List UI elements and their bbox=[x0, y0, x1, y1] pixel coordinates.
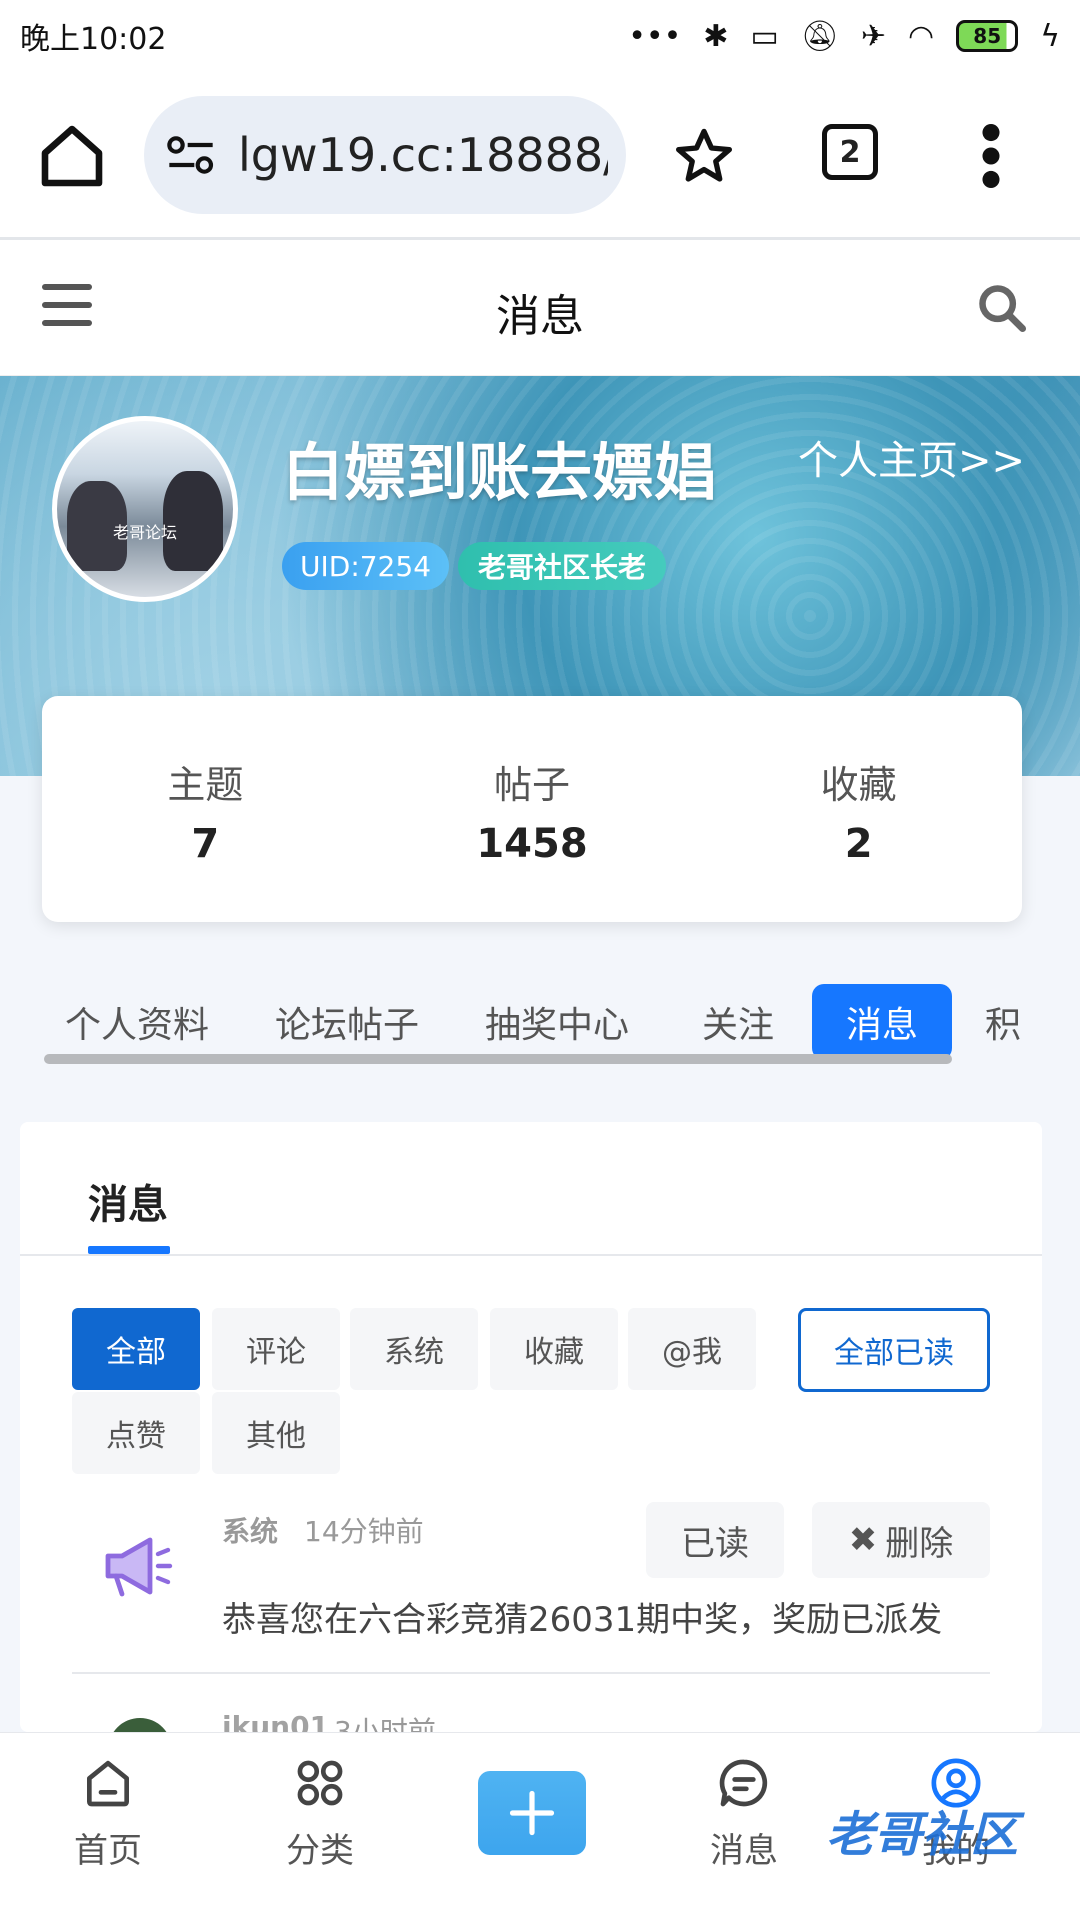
stat-posts[interactable]: 帖子 1458 bbox=[369, 696, 696, 922]
mute-icon: 🔕︎ bbox=[800, 18, 839, 54]
app-header: 消息 bbox=[0, 240, 1080, 376]
browser-toolbar: lgw19.cc:18888/ 2 bbox=[0, 72, 1080, 240]
filter-likes[interactable]: 点赞 bbox=[72, 1392, 200, 1474]
airplane-icon: ✈︎ bbox=[860, 18, 887, 54]
stat-value: 1458 bbox=[476, 821, 588, 867]
message-time: 14分钟前 bbox=[304, 1515, 424, 1548]
stat-label: 收藏 bbox=[820, 763, 897, 807]
home-icon[interactable] bbox=[36, 120, 108, 192]
uid-badge: UID:7254 bbox=[282, 542, 450, 590]
stat-value: 2 bbox=[844, 821, 873, 867]
profile-home-link[interactable]: 个人主页>> bbox=[798, 428, 1025, 486]
tab-lottery[interactable]: 抽奖中心 bbox=[482, 984, 632, 1060]
site-watermark-logo: 老哥社区 bbox=[826, 1807, 1019, 1863]
profile-tabs: 个人资料 论坛帖子 抽奖中心 关注 消息 积 bbox=[44, 984, 1080, 1064]
tabs-scrollbar[interactable] bbox=[44, 1054, 952, 1064]
vibrate-icon: ▭ bbox=[750, 18, 779, 54]
divider bbox=[20, 1254, 1042, 1256]
grid-icon bbox=[297, 1760, 343, 1806]
nav-home[interactable]: 首页 bbox=[38, 1755, 178, 1872]
stat-favorites[interactable]: 收藏 2 bbox=[695, 696, 1022, 922]
stat-label: 主题 bbox=[167, 763, 244, 807]
url-text[interactable]: lgw19.cc:18888/ bbox=[238, 128, 608, 182]
bluetooth-icon: ✱ bbox=[703, 18, 729, 54]
filter-other[interactable]: 其他 bbox=[212, 1392, 340, 1474]
bookmark-star-icon[interactable] bbox=[672, 124, 736, 188]
stat-label: 帖子 bbox=[494, 763, 571, 807]
page-title: 消息 bbox=[496, 291, 584, 342]
tab-points[interactable]: 积 bbox=[980, 984, 1026, 1060]
avatar[interactable]: 老哥论坛 bbox=[52, 416, 238, 602]
filter-system[interactable]: 系统 bbox=[350, 1308, 478, 1390]
nav-label: 首页 bbox=[74, 1831, 142, 1871]
username: 白嫖到账去嫖娼 bbox=[282, 436, 717, 509]
nav-label: 消息 bbox=[710, 1831, 778, 1871]
tab-forum-posts[interactable]: 论坛帖子 bbox=[272, 984, 422, 1060]
nav-categories[interactable]: 分类 bbox=[250, 1755, 390, 1872]
status-time: 晚上10:02 bbox=[20, 22, 167, 57]
mark-read-button[interactable]: 已读 bbox=[646, 1502, 784, 1578]
bottom-nav: 首页 分类 消息 我的 老哥社区 bbox=[0, 1732, 1080, 1920]
message-body[interactable]: 恭喜您在六合彩竞猜26031期中奖，奖励已派发 bbox=[222, 1592, 942, 1641]
avatar-watermark: 老哥论坛 bbox=[112, 523, 177, 542]
close-icon: ✖ bbox=[848, 1520, 878, 1560]
status-icons: ••• ✱ ▭ 🔕︎ ✈︎ ◠ 85 ϟ bbox=[628, 19, 1060, 54]
stat-value: 7 bbox=[191, 821, 220, 867]
mark-all-read-button[interactable]: 全部已读 bbox=[798, 1308, 990, 1392]
site-settings-icon[interactable] bbox=[166, 135, 216, 175]
status-bar: 晚上10:02 ••• ✱ ▭ 🔕︎ ✈︎ ◠ 85 ϟ bbox=[0, 0, 1080, 72]
stats-card: 主题 7 帖子 1458 收藏 2 bbox=[42, 696, 1022, 922]
messages-panel: 消息 全部 评论 系统 收藏 @我 点赞 其他 全部已读 系统 14分钟前 已读… bbox=[20, 1122, 1042, 1758]
delete-button[interactable]: ✖ 删除 bbox=[812, 1502, 990, 1578]
wifi-icon: ◠ bbox=[908, 18, 935, 54]
tab-messages[interactable]: 消息 bbox=[812, 984, 952, 1060]
search-icon[interactable] bbox=[976, 282, 1028, 334]
filter-comments[interactable]: 评论 bbox=[212, 1308, 340, 1390]
home-icon bbox=[87, 1760, 129, 1807]
more-vert-icon[interactable] bbox=[976, 124, 1006, 188]
rank-badge: 老哥社区长老 bbox=[458, 542, 667, 590]
tab-switcher-button[interactable]: 2 bbox=[822, 124, 878, 180]
plus-icon bbox=[509, 1790, 555, 1836]
filter-all[interactable]: 全部 bbox=[72, 1308, 200, 1390]
tab-profile[interactable]: 个人资料 bbox=[62, 984, 212, 1060]
panel-title-underline bbox=[88, 1246, 170, 1254]
tab-following[interactable]: 关注 bbox=[698, 984, 778, 1060]
more-dots-icon: ••• bbox=[628, 18, 682, 54]
charging-icon: ϟ bbox=[1040, 18, 1060, 54]
url-bar[interactable]: lgw19.cc:18888/ bbox=[144, 96, 626, 214]
battery-icon: 85 bbox=[956, 20, 1019, 52]
delete-label: 删除 bbox=[885, 1523, 954, 1564]
nav-messages[interactable]: 消息 bbox=[674, 1755, 814, 1872]
megaphone-icon bbox=[105, 1537, 173, 1597]
nav-label: 分类 bbox=[286, 1831, 354, 1871]
divider bbox=[72, 1672, 990, 1674]
panel-title[interactable]: 消息 bbox=[88, 1172, 168, 1230]
filter-mentions[interactable]: @我 bbox=[628, 1308, 756, 1390]
chat-bubble-icon bbox=[719, 1759, 768, 1807]
stat-topics[interactable]: 主题 7 bbox=[42, 696, 369, 922]
create-post-button[interactable] bbox=[478, 1771, 586, 1855]
message-type: 系统 bbox=[222, 1515, 279, 1548]
filter-favorites[interactable]: 收藏 bbox=[490, 1308, 618, 1390]
